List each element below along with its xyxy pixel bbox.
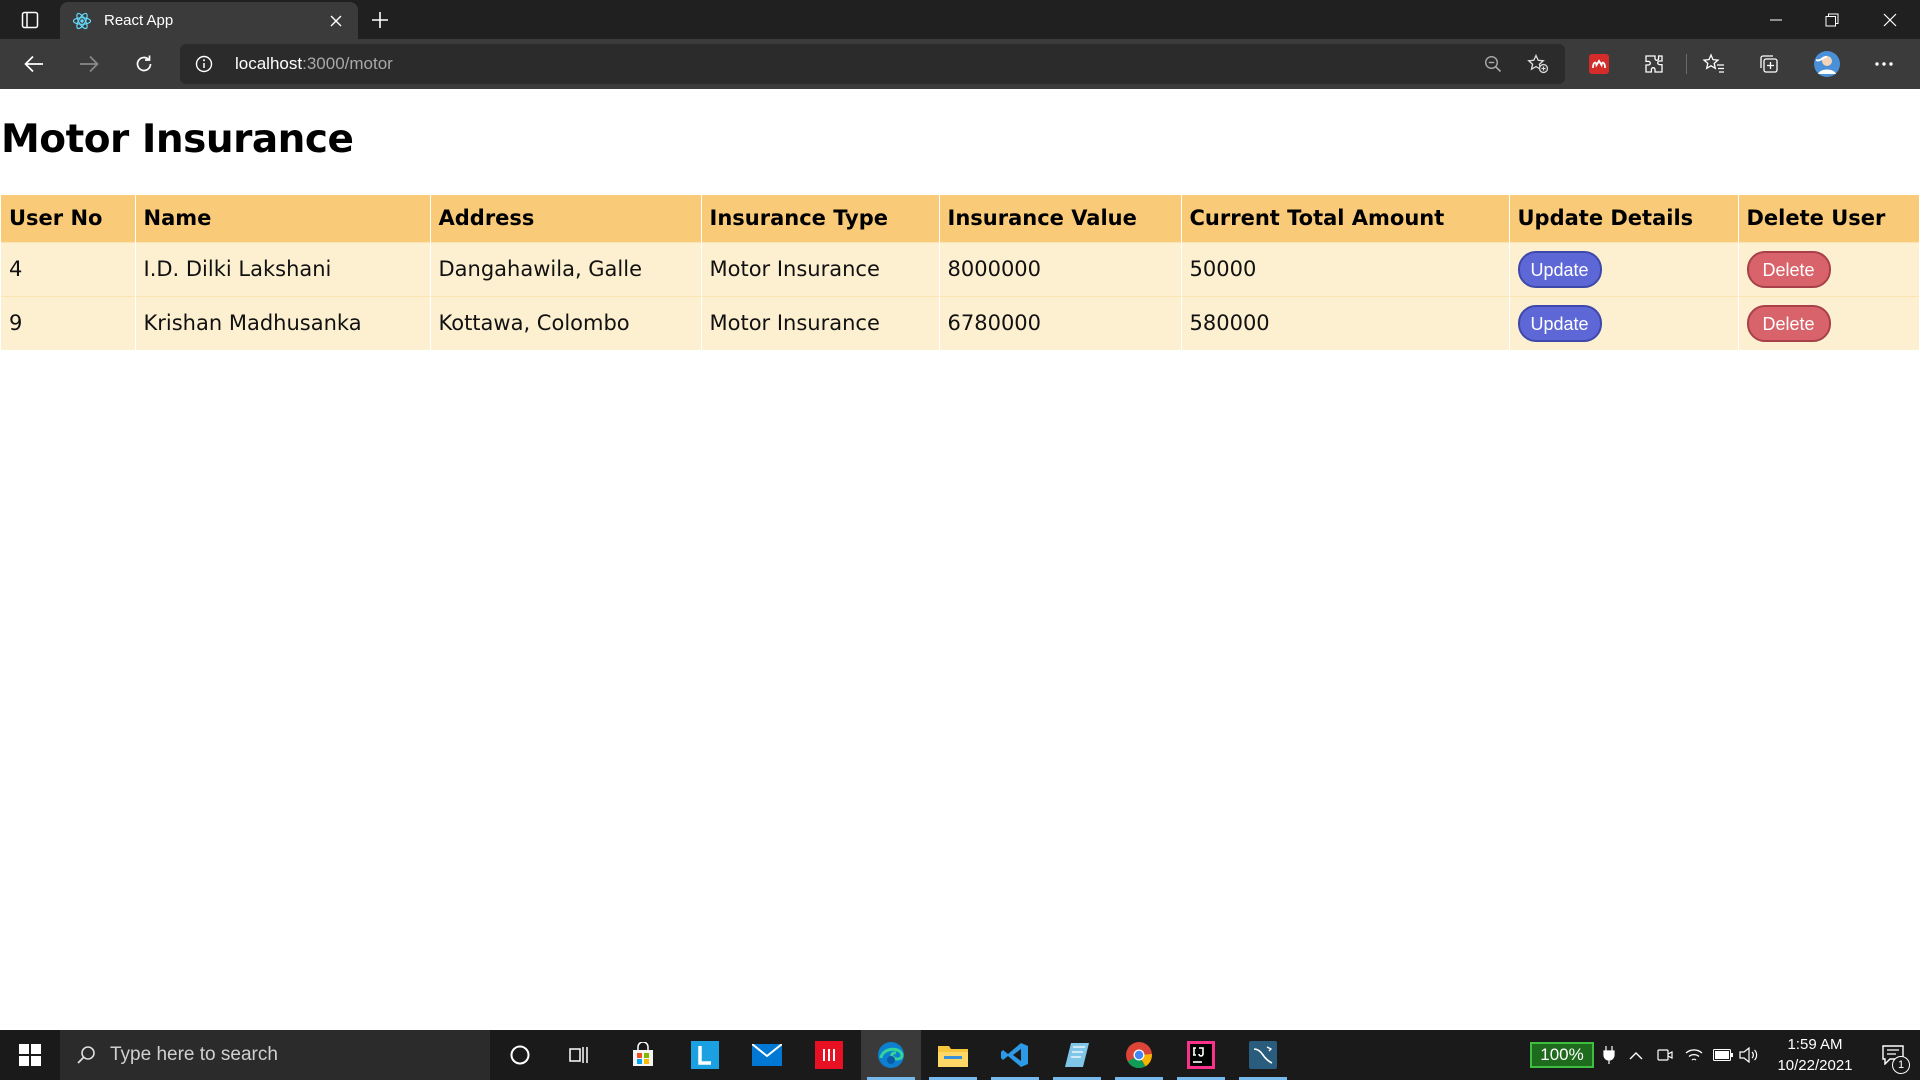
cell-current-total-amount: 50000 bbox=[1181, 241, 1510, 296]
l-app-icon[interactable] bbox=[675, 1030, 735, 1080]
file-explorer-icon[interactable] bbox=[923, 1030, 983, 1080]
task-view-icon[interactable] bbox=[550, 1030, 610, 1080]
clock-date: 10/22/2021 bbox=[1777, 1057, 1853, 1074]
edge-browser-icon[interactable] bbox=[861, 1030, 921, 1080]
microsoft-store-icon[interactable] bbox=[613, 1030, 673, 1080]
search-icon bbox=[74, 1043, 98, 1067]
cell-delete: Delete bbox=[1738, 241, 1919, 296]
cell-address: Kottawa, Colombo bbox=[430, 295, 702, 350]
cell-insurance-type: Motor Insurance bbox=[701, 295, 940, 350]
table-header-row: User No Name Address Insurance Type Insu… bbox=[1, 195, 1919, 242]
vscode-icon[interactable] bbox=[985, 1030, 1045, 1080]
url-text: localhost:3000/motor bbox=[235, 54, 393, 74]
toolbar-divider bbox=[1686, 54, 1687, 74]
delete-button[interactable]: Delete bbox=[1746, 250, 1831, 288]
insurance-table: User No Name Address Insurance Type Insu… bbox=[1, 195, 1919, 350]
browser-tabstrip: React App bbox=[0, 0, 1920, 39]
clock-time: 1:59 AM bbox=[1787, 1036, 1843, 1053]
cortana-icon[interactable] bbox=[490, 1030, 550, 1080]
notification-count-badge: 1 bbox=[1892, 1056, 1910, 1074]
battery-percentage[interactable]: 100% bbox=[1530, 1042, 1594, 1068]
system-clock[interactable]: 1:59 AM 10/22/2021 bbox=[1760, 1034, 1870, 1076]
forward-arrow-icon[interactable] bbox=[72, 48, 106, 80]
power-plug-icon[interactable] bbox=[1598, 1030, 1620, 1080]
windows-start-icon[interactable] bbox=[0, 1030, 60, 1080]
cell-delete: Delete bbox=[1738, 295, 1919, 350]
delete-button[interactable]: Delete bbox=[1746, 304, 1831, 342]
back-arrow-icon[interactable] bbox=[17, 48, 51, 80]
table-row: 4 I.D. Dilki Lakshani Dangahawila, Galle… bbox=[1, 241, 1919, 296]
cell-user-no: 4 bbox=[1, 241, 136, 296]
favorites-icon[interactable] bbox=[1697, 49, 1731, 79]
header-name: Name bbox=[135, 195, 431, 242]
page-title: Motor Insurance bbox=[1, 117, 354, 162]
browser-tab[interactable]: React App bbox=[60, 2, 358, 39]
browser-toolbar: localhost:3000/motor bbox=[0, 39, 1920, 89]
cell-current-total-amount: 580000 bbox=[1181, 295, 1510, 350]
header-insurance-type: Insurance Type bbox=[701, 195, 940, 242]
minimize-icon[interactable] bbox=[1748, 0, 1804, 39]
cell-name: I.D. Dilki Lakshani bbox=[135, 241, 431, 296]
tab-actions-icon[interactable] bbox=[14, 8, 46, 32]
header-address: Address bbox=[430, 195, 702, 242]
header-current-total-amount: Current Total Amount bbox=[1181, 195, 1510, 242]
url-host: localhost bbox=[235, 54, 303, 73]
cell-update: Update bbox=[1509, 241, 1739, 296]
show-hidden-icons-icon[interactable] bbox=[1622, 1030, 1650, 1080]
react-logo-icon bbox=[72, 11, 92, 31]
notepad-app-icon[interactable] bbox=[1047, 1030, 1107, 1080]
notification-center-icon[interactable]: 1 bbox=[1866, 1030, 1920, 1080]
tab-close-icon[interactable] bbox=[324, 9, 348, 33]
close-window-icon[interactable] bbox=[1862, 0, 1918, 39]
profile-avatar-icon[interactable] bbox=[1810, 49, 1844, 79]
page-content: Motor Insurance User No Name Address Ins… bbox=[0, 89, 1920, 1030]
update-button[interactable]: Update bbox=[1517, 250, 1602, 288]
more-options-icon[interactable] bbox=[1867, 49, 1901, 79]
cell-update: Update bbox=[1509, 295, 1739, 350]
mail-icon[interactable] bbox=[737, 1030, 797, 1080]
battery-icon[interactable] bbox=[1710, 1030, 1736, 1080]
header-delete-user: Delete User bbox=[1738, 195, 1919, 242]
cell-insurance-value: 6780000 bbox=[939, 295, 1182, 350]
address-bar[interactable]: localhost:3000/motor bbox=[180, 44, 1565, 84]
meet-now-icon[interactable] bbox=[1652, 1030, 1678, 1080]
search-placeholder: Type here to search bbox=[110, 1044, 278, 1065]
volume-icon[interactable] bbox=[1736, 1030, 1762, 1080]
refresh-icon[interactable] bbox=[127, 48, 161, 80]
cell-user-no: 9 bbox=[1, 295, 136, 350]
update-button[interactable]: Update bbox=[1517, 304, 1602, 342]
mysql-workbench-icon[interactable] bbox=[1233, 1030, 1293, 1080]
red-app-icon[interactable] bbox=[799, 1030, 859, 1080]
cell-name: Krishan Madhusanka bbox=[135, 295, 431, 350]
new-tab-icon[interactable] bbox=[366, 6, 394, 34]
header-update-details: Update Details bbox=[1509, 195, 1739, 242]
tab-title: React App bbox=[104, 12, 174, 29]
chrome-icon[interactable] bbox=[1109, 1030, 1169, 1080]
add-favorite-icon[interactable] bbox=[1525, 52, 1551, 76]
cell-insurance-value: 8000000 bbox=[939, 241, 1182, 296]
wifi-icon[interactable] bbox=[1680, 1030, 1708, 1080]
restore-icon[interactable] bbox=[1804, 0, 1860, 39]
taskbar-search[interactable]: Type here to search bbox=[60, 1030, 490, 1080]
taskbar: Type here to search 100% 1:59 AM 10/22/2… bbox=[0, 1030, 1920, 1080]
collections-icon[interactable] bbox=[1752, 49, 1786, 79]
mendeley-extension-icon[interactable] bbox=[1582, 49, 1616, 79]
cell-address: Dangahawila, Galle bbox=[430, 241, 702, 296]
url-path: :3000/motor bbox=[302, 54, 393, 73]
zoom-out-icon[interactable] bbox=[1480, 52, 1506, 76]
intellij-idea-icon[interactable] bbox=[1171, 1030, 1231, 1080]
table-row: 9 Krishan Madhusanka Kottawa, Colombo Mo… bbox=[1, 295, 1919, 350]
header-insurance-value: Insurance Value bbox=[939, 195, 1182, 242]
header-user-no: User No bbox=[1, 195, 136, 242]
site-info-icon[interactable] bbox=[192, 52, 216, 76]
extensions-icon[interactable] bbox=[1637, 49, 1671, 79]
cell-insurance-type: Motor Insurance bbox=[701, 241, 940, 296]
